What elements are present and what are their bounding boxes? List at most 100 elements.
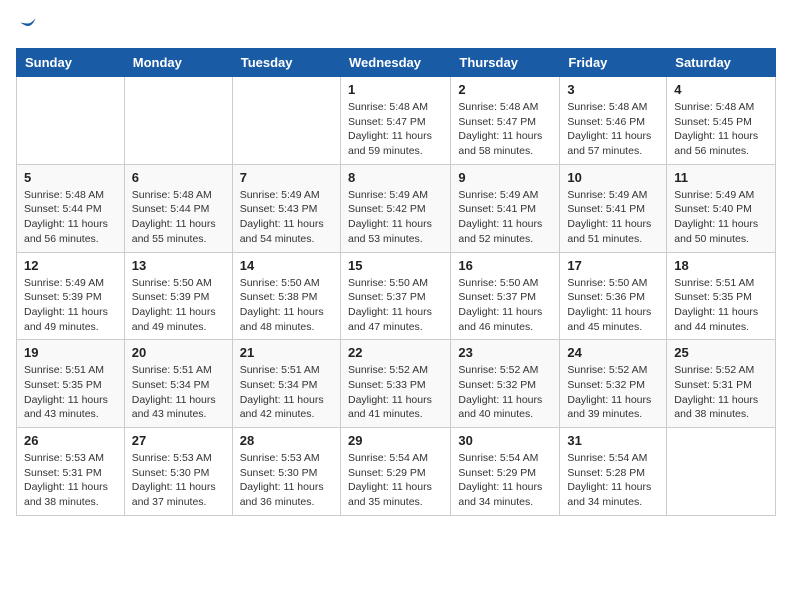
day-number: 16 — [458, 258, 552, 273]
day-number: 28 — [240, 433, 333, 448]
calendar-cell: 2 Sunrise: 5:48 AMSunset: 5:47 PMDaylight… — [451, 77, 560, 165]
day-number: 4 — [674, 82, 768, 97]
calendar-cell: 26 Sunrise: 5:53 AMSunset: 5:31 PMDayligh… — [17, 428, 125, 516]
day-info: Sunrise: 5:53 AMSunset: 5:31 PMDaylight:… — [24, 451, 117, 510]
day-info: Sunrise: 5:49 AMSunset: 5:39 PMDaylight:… — [24, 276, 117, 335]
day-info: Sunrise: 5:52 AMSunset: 5:32 PMDaylight:… — [567, 363, 659, 422]
day-number: 5 — [24, 170, 117, 185]
day-number: 20 — [132, 345, 225, 360]
calendar-cell: 15 Sunrise: 5:50 AMSunset: 5:37 PMDayligh… — [340, 252, 450, 340]
day-info: Sunrise: 5:49 AMSunset: 5:41 PMDaylight:… — [567, 188, 659, 247]
calendar-cell: 5 Sunrise: 5:48 AMSunset: 5:44 PMDaylight… — [17, 164, 125, 252]
day-number: 26 — [24, 433, 117, 448]
calendar-week-row: 19 Sunrise: 5:51 AMSunset: 5:35 PMDayligh… — [17, 340, 776, 428]
calendar-cell: 18Sunrise: 5:51 AMSunset: 5:35 PMDayligh… — [667, 252, 776, 340]
day-info: Sunrise: 5:51 AMSunset: 5:35 PMDaylight:… — [674, 276, 768, 335]
calendar-cell: 8Sunrise: 5:49 AMSunset: 5:42 PMDaylight… — [340, 164, 450, 252]
day-number: 30 — [458, 433, 552, 448]
day-info: Sunrise: 5:48 AMSunset: 5:46 PMDaylight:… — [567, 100, 659, 159]
day-number: 24 — [567, 345, 659, 360]
calendar-cell: 7 Sunrise: 5:49 AMSunset: 5:43 PMDaylight… — [232, 164, 340, 252]
day-number: 29 — [348, 433, 443, 448]
calendar-weekday-friday: Friday — [560, 49, 667, 77]
day-number: 3 — [567, 82, 659, 97]
calendar-weekday-sunday: Sunday — [17, 49, 125, 77]
calendar-cell: 19 Sunrise: 5:51 AMSunset: 5:35 PMDayligh… — [17, 340, 125, 428]
day-info: Sunrise: 5:49 AMSunset: 5:43 PMDaylight:… — [240, 188, 333, 247]
calendar-cell: 14 Sunrise: 5:50 AMSunset: 5:38 PMDayligh… — [232, 252, 340, 340]
day-number: 22 — [348, 345, 443, 360]
calendar-cell: 17 Sunrise: 5:50 AMSunset: 5:36 PMDayligh… — [560, 252, 667, 340]
day-number: 14 — [240, 258, 333, 273]
day-number: 11 — [674, 170, 768, 185]
calendar-cell — [667, 428, 776, 516]
day-number: 7 — [240, 170, 333, 185]
calendar-cell: 16 Sunrise: 5:50 AMSunset: 5:37 PMDayligh… — [451, 252, 560, 340]
day-info: Sunrise: 5:49 AMSunset: 5:41 PMDaylight:… — [458, 188, 552, 247]
calendar-cell: 23 Sunrise: 5:52 AMSunset: 5:32 PMDayligh… — [451, 340, 560, 428]
calendar-cell: 3 Sunrise: 5:48 AMSunset: 5:46 PMDaylight… — [560, 77, 667, 165]
calendar-week-row: 5 Sunrise: 5:48 AMSunset: 5:44 PMDaylight… — [17, 164, 776, 252]
day-info: Sunrise: 5:49 AMSunset: 5:40 PMDaylight:… — [674, 188, 768, 247]
calendar-weekday-tuesday: Tuesday — [232, 49, 340, 77]
day-info: Sunrise: 5:48 AMSunset: 5:45 PMDaylight:… — [674, 100, 768, 159]
calendar-cell: 11 Sunrise: 5:49 AMSunset: 5:40 PMDayligh… — [667, 164, 776, 252]
day-number: 19 — [24, 345, 117, 360]
calendar-cell: 28 Sunrise: 5:53 AMSunset: 5:30 PMDayligh… — [232, 428, 340, 516]
day-info: Sunrise: 5:54 AMSunset: 5:28 PMDaylight:… — [567, 451, 659, 510]
calendar-cell: 10Sunrise: 5:49 AMSunset: 5:41 PMDayligh… — [560, 164, 667, 252]
day-number: 9 — [458, 170, 552, 185]
day-number: 25 — [674, 345, 768, 360]
day-info: Sunrise: 5:51 AMSunset: 5:35 PMDaylight:… — [24, 363, 117, 422]
day-info: Sunrise: 5:50 AMSunset: 5:37 PMDaylight:… — [348, 276, 443, 335]
day-number: 23 — [458, 345, 552, 360]
page: SundayMondayTuesdayWednesdayThursdayFrid… — [0, 0, 792, 532]
day-info: Sunrise: 5:50 AMSunset: 5:36 PMDaylight:… — [567, 276, 659, 335]
day-number: 21 — [240, 345, 333, 360]
day-number: 17 — [567, 258, 659, 273]
day-number: 12 — [24, 258, 117, 273]
day-number: 15 — [348, 258, 443, 273]
day-info: Sunrise: 5:52 AMSunset: 5:32 PMDaylight:… — [458, 363, 552, 422]
day-number: 31 — [567, 433, 659, 448]
calendar-cell — [232, 77, 340, 165]
calendar-cell: 24 Sunrise: 5:52 AMSunset: 5:32 PMDayligh… — [560, 340, 667, 428]
calendar-weekday-thursday: Thursday — [451, 49, 560, 77]
calendar-week-row: 1 Sunrise: 5:48 AMSunset: 5:47 PMDaylight… — [17, 77, 776, 165]
day-info: Sunrise: 5:51 AMSunset: 5:34 PMDaylight:… — [132, 363, 225, 422]
calendar-cell: 4 Sunrise: 5:48 AMSunset: 5:45 PMDaylight… — [667, 77, 776, 165]
day-number: 2 — [458, 82, 552, 97]
day-info: Sunrise: 5:53 AMSunset: 5:30 PMDaylight:… — [240, 451, 333, 510]
day-info: Sunrise: 5:51 AMSunset: 5:34 PMDaylight:… — [240, 363, 333, 422]
day-info: Sunrise: 5:50 AMSunset: 5:38 PMDaylight:… — [240, 276, 333, 335]
calendar-cell: 20 Sunrise: 5:51 AMSunset: 5:34 PMDayligh… — [124, 340, 232, 428]
calendar-cell — [124, 77, 232, 165]
calendar-weekday-saturday: Saturday — [667, 49, 776, 77]
day-number: 1 — [348, 82, 443, 97]
calendar-week-row: 26 Sunrise: 5:53 AMSunset: 5:31 PMDayligh… — [17, 428, 776, 516]
calendar-cell: 1Sunrise: 5:48 AMSunset: 5:47 PMDaylight… — [340, 77, 450, 165]
calendar-cell: 21 Sunrise: 5:51 AMSunset: 5:34 PMDayligh… — [232, 340, 340, 428]
logo — [16, 16, 38, 36]
day-number: 13 — [132, 258, 225, 273]
calendar-cell — [17, 77, 125, 165]
logo-bird-icon — [18, 16, 38, 36]
calendar-cell: 31 Sunrise: 5:54 AMSunset: 5:28 PMDayligh… — [560, 428, 667, 516]
day-number: 6 — [132, 170, 225, 185]
day-info: Sunrise: 5:50 AMSunset: 5:37 PMDaylight:… — [458, 276, 552, 335]
day-info: Sunrise: 5:50 AMSunset: 5:39 PMDaylight:… — [132, 276, 225, 335]
day-info: Sunrise: 5:53 AMSunset: 5:30 PMDaylight:… — [132, 451, 225, 510]
calendar-week-row: 12 Sunrise: 5:49 AMSunset: 5:39 PMDayligh… — [17, 252, 776, 340]
calendar-cell: 29 Sunrise: 5:54 AMSunset: 5:29 PMDayligh… — [340, 428, 450, 516]
calendar-cell: 6Sunrise: 5:48 AMSunset: 5:44 PMDaylight… — [124, 164, 232, 252]
calendar-weekday-monday: Monday — [124, 49, 232, 77]
calendar-cell: 22 Sunrise: 5:52 AMSunset: 5:33 PMDayligh… — [340, 340, 450, 428]
day-info: Sunrise: 5:48 AMSunset: 5:44 PMDaylight:… — [24, 188, 117, 247]
day-info: Sunrise: 5:49 AMSunset: 5:42 PMDaylight:… — [348, 188, 443, 247]
day-info: Sunrise: 5:52 AMSunset: 5:31 PMDaylight:… — [674, 363, 768, 422]
day-info: Sunrise: 5:52 AMSunset: 5:33 PMDaylight:… — [348, 363, 443, 422]
calendar-table: SundayMondayTuesdayWednesdayThursdayFrid… — [16, 48, 776, 516]
day-info: Sunrise: 5:54 AMSunset: 5:29 PMDaylight:… — [348, 451, 443, 510]
day-info: Sunrise: 5:48 AMSunset: 5:47 PMDaylight:… — [458, 100, 552, 159]
calendar-header-row: SundayMondayTuesdayWednesdayThursdayFrid… — [17, 49, 776, 77]
